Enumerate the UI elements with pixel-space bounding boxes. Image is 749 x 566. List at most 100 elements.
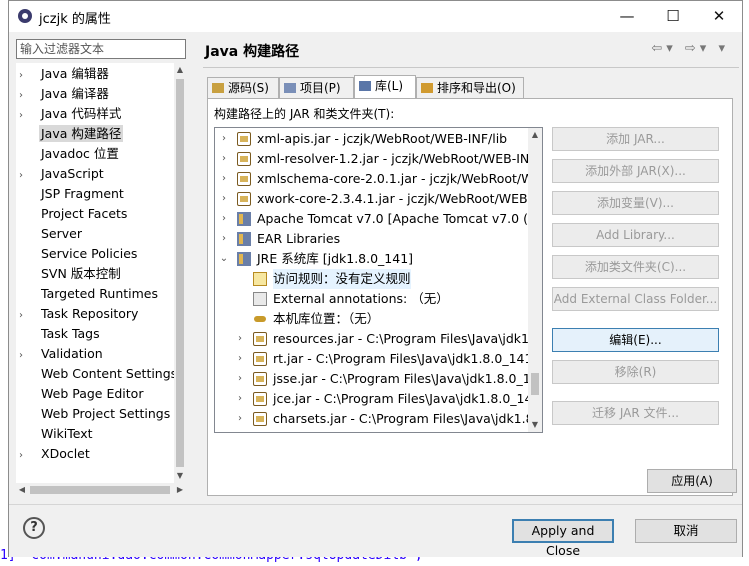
sidebar-item[interactable]: › Java 编辑器 [16, 64, 111, 84]
sidebar-item[interactable]: JSP Fragment [16, 184, 126, 204]
sidebar-item[interactable]: › Task Repository [16, 304, 140, 324]
chevron-down-icon[interactable]: ⌄ [219, 249, 229, 269]
sidebar-item[interactable]: Server [16, 224, 84, 244]
filter-input[interactable]: 输入过滤器文本 [16, 39, 186, 59]
add-variable-button[interactable]: 添加变量(V)... [552, 191, 719, 215]
view-menu-icon[interactable]: ▾ [718, 41, 729, 56]
chevron-right-icon[interactable]: › [19, 446, 29, 466]
close-button[interactable]: ✕ [696, 1, 742, 32]
sidebar-item[interactable]: Javadoc 位置 [16, 144, 121, 164]
scroll-thumb[interactable] [176, 79, 184, 467]
sidebar-item[interactable]: WikiText [16, 424, 95, 444]
maximize-button[interactable]: ☐ [650, 1, 696, 32]
chevron-right-icon[interactable]: › [19, 86, 29, 106]
add-external-jar-button[interactable]: 添加外部 JAR(X)... [552, 159, 719, 183]
sidebar-item[interactable]: Web Page Editor [16, 384, 145, 404]
sidebar-item[interactable]: Java 构建路径 [16, 124, 124, 144]
scroll-left-icon[interactable]: ◀ [16, 483, 28, 497]
chevron-right-icon[interactable]: › [19, 106, 29, 126]
sidebar-item-label: Web Content Settings [41, 366, 178, 381]
sidebar-item-label: Java 代码样式 [41, 106, 122, 121]
sidebar-item-label: Java 编译器 [41, 86, 109, 101]
sidebar-horizontal-scrollbar[interactable]: ◀ ▶ [16, 483, 186, 497]
source-folder-icon [212, 83, 224, 93]
page-header: Java 构建路径 ⇦▾ ⇨▾ ▾ [203, 37, 739, 63]
sidebar-item[interactable]: › Java 代码样式 [16, 104, 123, 124]
list-vertical-scrollbar[interactable]: ▲ ▼ [528, 128, 542, 432]
chevron-right-icon[interactable]: › [19, 306, 29, 326]
apply-button[interactable]: 应用(A) [647, 469, 737, 493]
back-arrow-icon[interactable]: ⇦ [651, 41, 666, 56]
chevron-right-icon[interactable]: › [219, 229, 229, 249]
tab-source[interactable]: 源码(S) [207, 77, 279, 98]
chevron-right-icon[interactable]: › [235, 389, 245, 409]
scroll-up-icon[interactable]: ▲ [528, 128, 542, 142]
add-external-class-folder-button[interactable]: Add External Class Folder... [552, 287, 719, 311]
build-path-list[interactable]: › jfr.jar - C:\Program Files\Java\jdk1.8.… [214, 127, 543, 433]
jar-icon [237, 152, 251, 166]
sidebar-item[interactable]: › JavaScript [16, 164, 106, 184]
chevron-right-icon[interactable]: › [235, 329, 245, 349]
scroll-right-icon[interactable]: ▶ [174, 483, 186, 497]
hscroll-thumb[interactable] [30, 486, 170, 494]
remove-button[interactable]: 移除(R) [552, 360, 719, 384]
back-menu-icon[interactable]: ▾ [666, 41, 677, 56]
sidebar-item[interactable]: Service Policies [16, 244, 139, 264]
chevron-right-icon[interactable]: › [219, 209, 229, 229]
cancel-button[interactable]: 取消 [635, 519, 737, 543]
project-icon [284, 83, 296, 93]
entry-label: jfr.jar - C:\Program Files\Java\jdk1.8.0… [273, 429, 534, 432]
scroll-up-icon[interactable]: ▲ [174, 63, 186, 77]
list-scroll-thumb[interactable] [531, 373, 539, 395]
edit-button[interactable]: 编辑(E)... [552, 328, 719, 352]
chevron-right-icon[interactable]: › [235, 429, 245, 432]
sidebar-item[interactable]: SVN 版本控制 [16, 264, 123, 284]
chevron-right-icon[interactable]: › [235, 369, 245, 389]
add-jar-button[interactable]: 添加 JAR... [552, 127, 719, 151]
chevron-right-icon[interactable]: › [235, 349, 245, 369]
tab-projects[interactable]: 项目(P) [279, 77, 354, 98]
sidebar-item[interactable]: Web Content Settings [16, 364, 179, 384]
sidebar-item[interactable]: Targeted Runtimes [16, 284, 160, 304]
entry-label: External annotations: （无） [273, 291, 449, 306]
chevron-right-icon[interactable]: › [19, 346, 29, 366]
sidebar-vertical-scrollbar[interactable]: ▲ ▼ [174, 63, 186, 483]
sidebar-item[interactable]: › XDoclet [16, 444, 92, 464]
sidebar-item[interactable]: Project Facets [16, 204, 129, 224]
chevron-right-icon[interactable]: › [219, 149, 229, 169]
sidebar-item-label: Server [41, 226, 82, 241]
sidebar-item[interactable]: Web Project Settings [16, 404, 172, 424]
entry-label: charsets.jar - C:\Program Files\Java\jdk… [273, 411, 538, 426]
annotation-icon [253, 292, 267, 306]
chevron-right-icon[interactable]: › [19, 66, 29, 86]
scroll-down-icon[interactable]: ▼ [174, 469, 186, 483]
forward-arrow-icon[interactable]: ⇨ [685, 41, 700, 56]
scroll-down-icon[interactable]: ▼ [528, 418, 542, 432]
migrate-jar-button[interactable]: 迁移 JAR 文件... [552, 401, 719, 425]
add-library-button[interactable]: Add Library... [552, 223, 719, 247]
tab-order-export[interactable]: 排序和导出(O) [416, 77, 524, 98]
sidebar: 输入过滤器文本 › XDoclet WikiText Web Project Sett… [14, 37, 189, 502]
library-icon [237, 212, 251, 226]
chevron-right-icon[interactable]: › [19, 166, 29, 186]
chevron-right-icon[interactable]: › [219, 189, 229, 209]
chevron-right-icon[interactable]: › [235, 409, 245, 429]
apply-and-close-button[interactable]: Apply and Close [512, 519, 614, 558]
sidebar-item[interactable]: › Validation [16, 344, 105, 364]
sidebar-tree: › XDoclet WikiText Web Project Settings Web … [16, 63, 186, 483]
forward-menu-icon[interactable]: ▾ [700, 41, 711, 56]
add-class-folder-button[interactable]: 添加类文件夹(C)... [552, 255, 719, 279]
page-nav: ⇦▾ ⇨▾ ▾ [651, 41, 729, 56]
native-library-icon [253, 312, 267, 326]
sidebar-item[interactable]: › Java 编译器 [16, 84, 111, 104]
minimize-button[interactable]: — [604, 1, 650, 32]
entry-label: 本机库位置：（无） [273, 311, 380, 326]
tab-libraries[interactable]: 库(L) [354, 75, 416, 99]
jar-icon [253, 412, 267, 426]
jar-icon [237, 172, 251, 186]
chevron-right-icon[interactable]: › [219, 169, 229, 189]
help-icon[interactable]: ? [23, 517, 45, 539]
sidebar-item[interactable]: Task Tags [16, 324, 102, 344]
entry-label: xml-apis.jar - jczjk/WebRoot/WEB-INF/lib [257, 131, 508, 146]
chevron-right-icon[interactable]: › [219, 129, 229, 149]
